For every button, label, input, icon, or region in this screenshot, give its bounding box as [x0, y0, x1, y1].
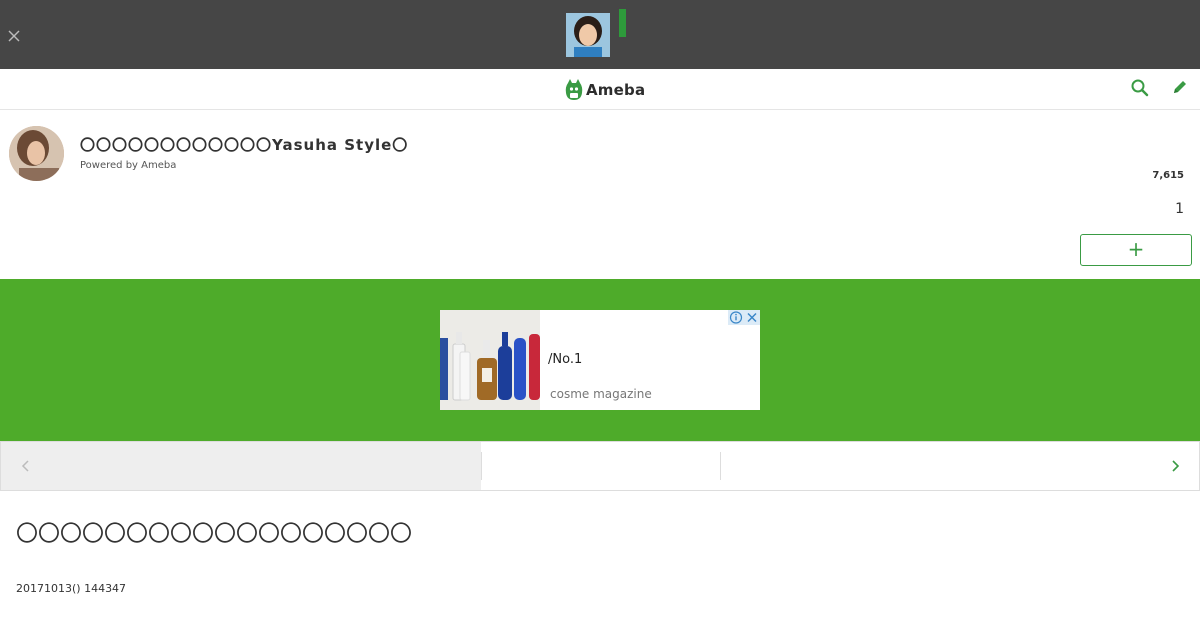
blog-header: 〇〇〇〇〇〇〇〇〇〇〇〇Yasuha Style〇 Powered by Ame…: [0, 110, 1200, 278]
article-pager: [0, 441, 1200, 491]
reader-count: 7,615: [1152, 170, 1184, 181]
like-count: 1: [1175, 201, 1184, 217]
close-icon[interactable]: [6, 28, 22, 44]
ameba-mascot-icon: [565, 79, 583, 100]
blog-avatar[interactable]: [9, 126, 64, 181]
ad-source: cosme magazine: [550, 387, 652, 401]
ad-banner-area: /No.1 cosme magazine: [0, 279, 1200, 441]
powered-by-label: Powered by Ameba: [80, 160, 177, 171]
ameba-logo[interactable]: Ameba: [565, 78, 645, 102]
status-indicator: [619, 9, 626, 37]
chevron-right-icon: [1172, 460, 1180, 472]
top-bar: [0, 0, 1200, 69]
pager-divider: [720, 452, 721, 480]
search-icon[interactable]: [1130, 78, 1150, 98]
close-icon[interactable]: [744, 310, 760, 325]
pager-divider: [481, 452, 482, 480]
ad-image[interactable]: [440, 310, 540, 410]
blog-title[interactable]: 〇〇〇〇〇〇〇〇〇〇〇〇Yasuha Style〇: [80, 134, 408, 155]
chevron-left-icon: [21, 460, 29, 472]
article-title[interactable]: 〇〇〇〇〇〇〇〇〇〇〇〇〇〇〇〇〇〇: [16, 516, 412, 548]
pencil-icon[interactable]: [1171, 78, 1189, 96]
next-article-button[interactable]: [1151, 442, 1199, 490]
user-avatar[interactable]: [566, 13, 610, 57]
logo-text: Ameba: [586, 81, 646, 99]
article-date: 20171013() 144347: [16, 582, 127, 595]
ad-headline[interactable]: /No.1: [548, 352, 582, 367]
ad-card[interactable]: /No.1 cosme magazine: [440, 310, 760, 410]
prev-article-button[interactable]: [1, 442, 481, 490]
info-icon[interactable]: [728, 310, 744, 325]
site-header: Ameba: [0, 69, 1200, 110]
follow-button[interactable]: +: [1080, 234, 1192, 266]
